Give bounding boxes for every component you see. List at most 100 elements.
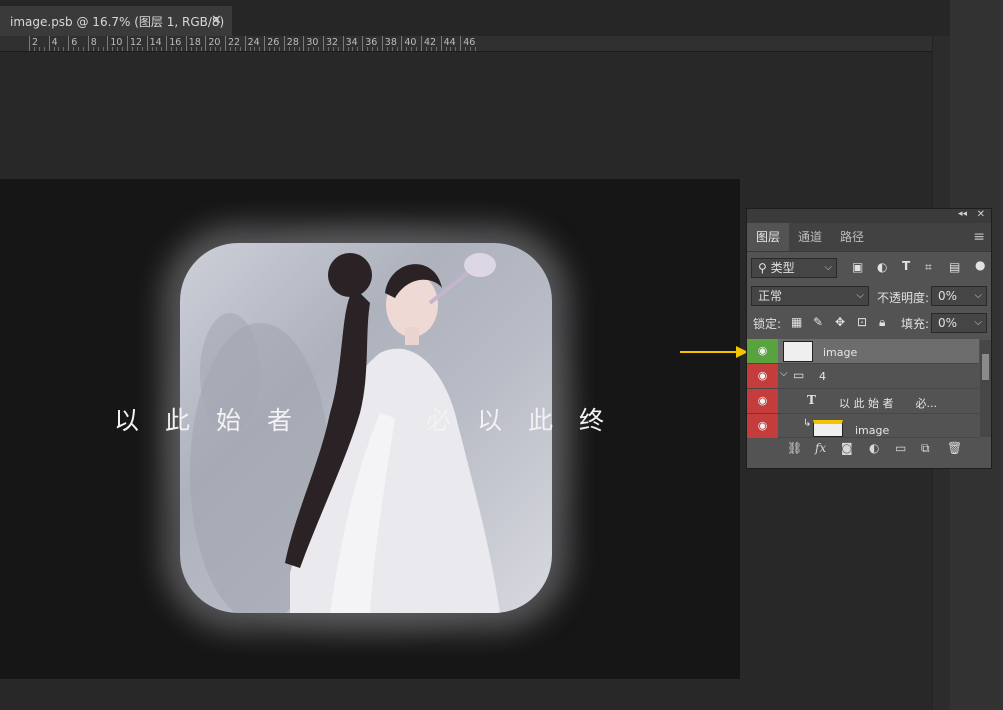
ruler-minor-tick [117, 47, 119, 51]
smart-object-filter-icon[interactable]: ▤ [949, 260, 960, 274]
ruler-minor-tick [215, 47, 217, 51]
ruler-minor-tick [239, 47, 241, 51]
ruler-minor-tick [435, 47, 437, 51]
ruler-minor-tick [112, 47, 114, 51]
ruler-tick [205, 36, 207, 51]
new-layer-icon[interactable]: ⧉ [921, 441, 930, 456]
pointer-arrow-icon [680, 346, 748, 358]
ruler-minor-tick [318, 47, 320, 51]
ruler-minor-tick [161, 47, 163, 51]
panel-menu-icon[interactable]: ≡ [973, 223, 985, 251]
adjustment-icon[interactable]: ◐ [869, 441, 879, 455]
layer-name: 4 [819, 370, 826, 383]
ruler-minor-tick [352, 47, 354, 51]
ruler-minor-tick [337, 47, 339, 51]
ruler-tick [264, 36, 266, 51]
ruler-tick [244, 36, 246, 51]
layer-row-text[interactable]: ◉ T 以 此 始 者 必... [747, 389, 979, 414]
opacity-value: 0% [938, 289, 958, 303]
visibility-eye-icon[interactable]: ◉ [747, 339, 778, 363]
ruler-tick [29, 36, 30, 51]
close-icon[interactable]: ✕ [977, 209, 985, 220]
ruler-minor-tick [234, 47, 236, 51]
smart-object-thumbnail [813, 420, 843, 437]
ruler-label: 6 [71, 37, 78, 48]
ruler-minor-tick [327, 47, 329, 51]
ruler-minor-tick [376, 47, 378, 51]
ruler-minor-tick [43, 47, 45, 51]
document-tab-bar: image.psb @ 16.7% (图层 1, RGB/8) ✕ [0, 0, 950, 36]
ruler-minor-tick [445, 47, 447, 51]
ruler-minor-tick [450, 47, 452, 51]
ruler-minor-tick [308, 47, 310, 51]
layers-scrollbar[interactable] [980, 340, 991, 437]
tab-channels[interactable]: 通道 [789, 223, 831, 251]
document-tab[interactable]: image.psb @ 16.7% (图层 1, RGB/8) ✕ [0, 6, 232, 36]
chevron-down-icon: ⌵ [856, 290, 864, 301]
ruler-minor-tick [430, 47, 432, 51]
document-canvas[interactable]: 以此始者 必以此终 [0, 179, 740, 679]
ruler-minor-tick [288, 47, 290, 51]
ruler-minor-tick [220, 47, 222, 51]
filter-toggle-icon[interactable]: ● [975, 258, 985, 272]
filter-kind-select[interactable]: ⚲ 类型 ⌵ [751, 258, 837, 278]
ruler-minor-tick [293, 47, 295, 51]
blend-mode-select[interactable]: 正常 ⌵ [751, 286, 869, 306]
ruler-tick [303, 36, 305, 51]
close-icon[interactable]: ✕ [211, 13, 222, 28]
layer-row-group[interactable]: ◉ ⌵ ▭ 4 [747, 364, 979, 389]
ruler-tick [381, 36, 383, 51]
layer-name: 以 此 始 者 必... [839, 397, 937, 410]
tab-paths[interactable]: 路径 [831, 223, 873, 251]
ruler-minor-tick [416, 47, 418, 51]
ruler-minor-tick [136, 47, 138, 51]
visibility-eye-icon[interactable]: ◉ [747, 389, 778, 413]
image-filter-icon[interactable]: ▣ [852, 260, 863, 274]
ruler-minor-tick [176, 47, 177, 51]
filter-row: ⚲ 类型 ⌵ ▣ ◐ T ⌗ ▤ ● [747, 257, 991, 279]
opacity-field[interactable]: 0% ⌵ [931, 286, 987, 306]
lock-position-icon[interactable]: ✥ [835, 315, 845, 329]
panel-footer: ⛓ fx ◙ ◐ ▭ ⧉ 🗑︎ [747, 439, 991, 461]
tab-layers[interactable]: 图层 [747, 223, 789, 251]
lock-artboard-icon[interactable]: ⊡ [857, 315, 867, 329]
panel-header: ◂◂ ✕ [747, 209, 991, 223]
lock-transparent-icon[interactable]: ▦ [791, 315, 802, 329]
fx-icon[interactable]: fx [815, 441, 826, 455]
ruler-minor-tick [102, 47, 104, 51]
adjustment-filter-icon[interactable]: ◐ [877, 260, 887, 274]
fill-field[interactable]: 0% ⌵ [931, 313, 987, 333]
ruler-minor-tick [38, 47, 40, 51]
folder-icon[interactable]: ▭ [895, 441, 906, 455]
ruler-tick [87, 36, 89, 51]
collapse-icon[interactable]: ◂◂ [958, 209, 967, 219]
ruler-minor-tick [298, 47, 300, 51]
lock-paint-icon[interactable]: ✎ [813, 315, 823, 329]
ruler-minor-tick [269, 47, 271, 51]
lock-all-icon[interactable]: 🔒︎ [879, 315, 885, 330]
type-filter-icon[interactable]: T [902, 259, 910, 273]
layer-row-image-selected[interactable]: ◉ image [747, 339, 979, 364]
chevron-down-icon[interactable]: ⌵ [780, 368, 788, 379]
link-icon[interactable]: ⛓ [787, 441, 802, 455]
mask-icon[interactable]: ◙ [841, 441, 853, 455]
ruler-minor-tick [254, 47, 256, 51]
text-layer-icon: T [807, 393, 816, 407]
layer-row-image-clipped[interactable]: ◉ ↳ image [747, 414, 979, 438]
ruler-tick [283, 36, 285, 51]
ruler-minor-tick [249, 47, 251, 51]
ruler-minor-tick [151, 47, 153, 51]
ruler-minor-tick [63, 47, 65, 51]
ruler-minor-tick [372, 47, 373, 51]
visibility-eye-icon[interactable]: ◉ [747, 364, 778, 388]
trash-icon[interactable]: 🗑︎ [947, 441, 962, 455]
ruler-minor-tick [97, 47, 99, 51]
ruler-minor-tick [190, 47, 192, 51]
ruler-tick [323, 36, 324, 51]
ruler-tick [146, 36, 148, 51]
ruler-tick [48, 36, 50, 51]
horizontal-ruler: 2 4 6 8 10 12 14 16 18 20 22 24 26 28 30 32 34 36 38 40 42 44… [0, 36, 932, 52]
shape-filter-icon[interactable]: ⌗ [925, 260, 932, 275]
folder-icon: ▭ [793, 368, 805, 382]
visibility-eye-icon[interactable]: ◉ [747, 414, 778, 438]
